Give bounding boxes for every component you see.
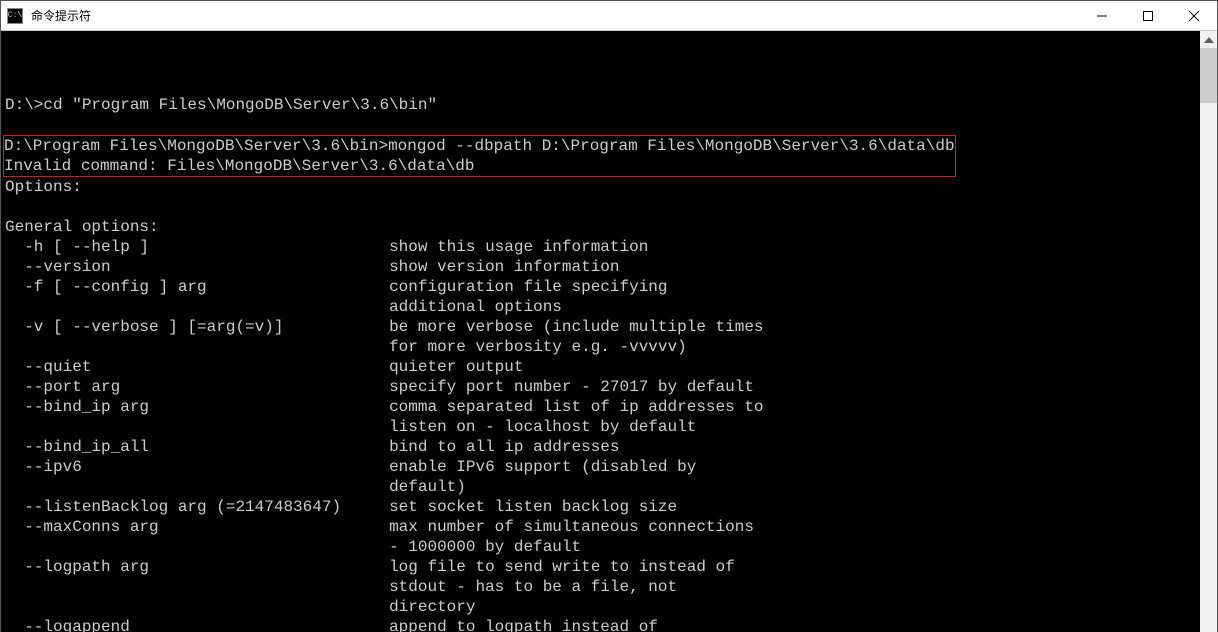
terminal-line: Invalid command: Files\MongoDB\Server\3.… <box>4 156 955 176</box>
minimize-button[interactable] <box>1079 1 1125 31</box>
terminal-line: --port arg specify port number - 27017 b… <box>5 377 1196 397</box>
terminal-line: -h [ --help ] show this usage informatio… <box>5 237 1196 257</box>
terminal-line <box>5 197 1196 217</box>
terminal-line: stdout - has to be a file, not <box>5 577 1196 597</box>
terminal-line: default) <box>5 477 1196 497</box>
terminal-line: --quiet quieter output <box>5 357 1196 377</box>
terminal-line: --ipv6 enable IPv6 support (disabled by <box>5 457 1196 477</box>
terminal-output[interactable]: D:\>cd "Program Files\MongoDB\Server\3.6… <box>1 31 1200 632</box>
terminal-line: D:\Program Files\MongoDB\Server\3.6\bin>… <box>4 136 955 156</box>
app-icon: C:\ <box>7 8 23 24</box>
vertical-scrollbar[interactable] <box>1200 31 1217 632</box>
terminal-line: --logpath arg log file to send write to … <box>5 557 1196 577</box>
terminal-line: --logappend append to logpath instead of <box>5 617 1196 632</box>
chevron-up-icon <box>1204 37 1214 43</box>
maximize-button[interactable] <box>1125 1 1171 31</box>
minimize-icon <box>1097 11 1107 21</box>
terminal-line: -v [ --verbose ] [=arg(=v)] be more verb… <box>5 317 1196 337</box>
terminal-line: --maxConns arg max number of simultaneou… <box>5 517 1196 537</box>
scroll-up-button[interactable] <box>1200 31 1217 48</box>
scrollbar-track[interactable] <box>1200 48 1217 632</box>
terminal-line: additional options <box>5 297 1196 317</box>
window-title: 命令提示符 <box>31 7 91 24</box>
terminal-line: -f [ --config ] arg configuration file s… <box>5 277 1196 297</box>
titlebar[interactable]: C:\ 命令提示符 <box>1 1 1217 31</box>
terminal-line: --version show version information <box>5 257 1196 277</box>
terminal-line: for more verbosity e.g. -vvvvv) <box>5 337 1196 357</box>
terminal-line: --bind_ip_all bind to all ip addresses <box>5 437 1196 457</box>
command-prompt-window: C:\ 命令提示符 D:\>cd "Program Files\MongoDB\… <box>0 0 1218 632</box>
terminal-line: --listenBacklog arg (=2147483647) set so… <box>5 497 1196 517</box>
close-button[interactable] <box>1171 1 1217 31</box>
terminal-area: D:\>cd "Program Files\MongoDB\Server\3.6… <box>1 31 1217 632</box>
error-highlight-box: D:\Program Files\MongoDB\Server\3.6\bin>… <box>3 135 956 177</box>
terminal-line: listen on - localhost by default <box>5 417 1196 437</box>
terminal-line: --bind_ip arg comma separated list of ip… <box>5 397 1196 417</box>
terminal-line: D:\>cd "Program Files\MongoDB\Server\3.6… <box>5 95 1196 115</box>
terminal-line: directory <box>5 597 1196 617</box>
terminal-line: Options: <box>5 177 1196 197</box>
terminal-line <box>5 115 1196 135</box>
scrollbar-thumb[interactable] <box>1200 48 1217 103</box>
terminal-line: General options: <box>5 217 1196 237</box>
terminal-line: - 1000000 by default <box>5 537 1196 557</box>
maximize-icon <box>1143 11 1153 21</box>
close-icon <box>1189 11 1199 21</box>
